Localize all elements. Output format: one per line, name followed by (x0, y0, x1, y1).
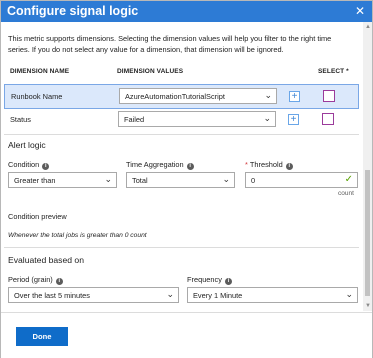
dimension-row-runbook-name[interactable]: Runbook Name AzureAutomationTutorialScri… (4, 84, 359, 109)
dimension-row-status[interactable]: Status Failed ⌄ + (4, 108, 359, 133)
period-dropdown[interactable]: Over the last 5 minutes ⌄ (8, 287, 179, 303)
threshold-input[interactable]: 0 ✓ (245, 172, 358, 188)
close-icon[interactable]: ✕ (355, 4, 365, 18)
vertical-scrollbar[interactable]: ▲ ▼ (363, 22, 372, 311)
scroll-up-icon[interactable]: ▲ (365, 24, 371, 30)
dimension-values-value: Failed (124, 115, 145, 124)
chevron-down-icon: ⌄ (166, 289, 174, 299)
chevron-down-icon: ⌄ (263, 113, 271, 123)
scroll-down-icon[interactable]: ▼ (365, 303, 371, 309)
info-icon[interactable]: i (42, 163, 50, 170)
condition-preview-text: Whenever the total jobs is greater than … (8, 232, 147, 239)
column-header-dimension-name: DIMENSION NAME (10, 68, 70, 75)
scrollbar-thumb[interactable] (365, 170, 370, 296)
dimension-values-value: AzureAutomationTutorialScript (125, 92, 225, 101)
divider (4, 134, 359, 135)
time-aggregation-label: Time Aggregation i (126, 160, 194, 170)
select-checkbox[interactable] (323, 90, 335, 102)
evaluated-based-on-heading: Evaluated based on (8, 255, 84, 265)
alert-logic-heading: Alert logic (8, 140, 46, 150)
threshold-value: 0 (251, 176, 256, 185)
time-aggregation-value: Total (132, 176, 148, 185)
configure-signal-logic-panel: Configure signal logic ✕ This metric sup… (0, 0, 373, 358)
info-icon[interactable]: i (224, 278, 232, 285)
select-checkbox[interactable] (322, 113, 334, 125)
condition-dropdown[interactable]: Greater than ⌄ (8, 172, 117, 188)
dimension-name: Status (10, 115, 31, 124)
add-value-icon[interactable]: + (289, 91, 300, 102)
frequency-value: Every 1 Minute (193, 291, 243, 300)
period-value: Over the last 5 minutes (14, 291, 90, 300)
dimension-values-dropdown[interactable]: Failed ⌄ (118, 111, 276, 127)
period-label: Period (grain) i (8, 275, 63, 285)
intro-text: This metric supports dimensions. Selecti… (8, 34, 332, 54)
column-header-select: SELECT * (318, 68, 349, 75)
frequency-dropdown[interactable]: Every 1 Minute ⌄ (187, 287, 358, 303)
done-button[interactable]: Done (16, 327, 68, 346)
threshold-label: * Threshold i (245, 160, 293, 170)
panel-content: This metric supports dimensions. Selecti… (1, 22, 361, 311)
condition-label: Condition i (8, 160, 50, 170)
add-value-icon[interactable]: + (288, 114, 299, 125)
frequency-label: Frequency i (187, 275, 232, 285)
dimension-name: Runbook Name (11, 92, 63, 101)
condition-preview-heading: Condition preview (8, 212, 67, 221)
info-icon[interactable]: i (186, 163, 194, 170)
panel-footer: Done (1, 312, 372, 358)
divider (4, 247, 359, 248)
chevron-down-icon: ⌄ (345, 289, 353, 299)
panel-title: Configure signal logic (7, 4, 139, 18)
info-icon[interactable]: i (285, 163, 293, 170)
chevron-down-icon: ⌄ (222, 174, 230, 184)
dimension-values-dropdown[interactable]: AzureAutomationTutorialScript ⌄ (119, 88, 277, 104)
condition-value: Greater than (14, 176, 56, 185)
required-mark: * (245, 160, 248, 169)
valid-check-icon: ✓ (344, 174, 353, 185)
chevron-down-icon: ⌄ (264, 90, 272, 100)
threshold-unit: count (338, 190, 354, 197)
time-aggregation-dropdown[interactable]: Total ⌄ (126, 172, 235, 188)
panel-header: Configure signal logic ✕ (1, 1, 372, 22)
chevron-down-icon: ⌄ (104, 174, 112, 184)
column-header-dimension-values: DIMENSION VALUES (117, 68, 184, 75)
info-icon[interactable]: i (55, 278, 63, 285)
